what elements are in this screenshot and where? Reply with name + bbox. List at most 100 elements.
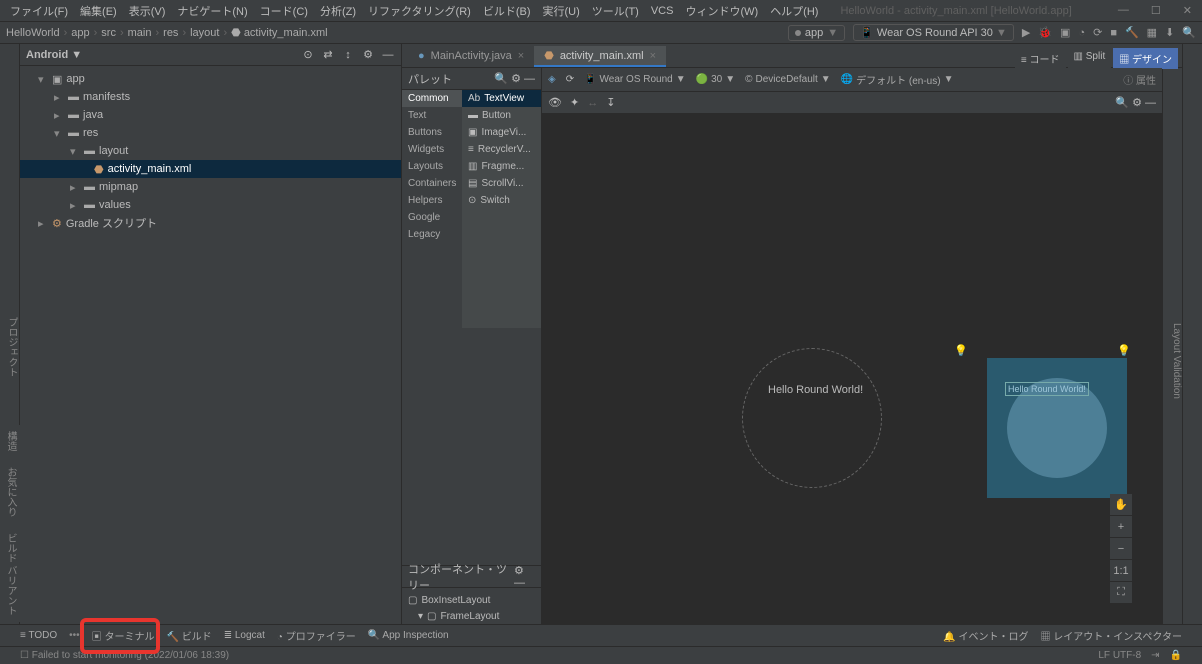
- node-gradle[interactable]: Gradle スクリプト: [66, 215, 157, 231]
- crumb-3[interactable]: main: [128, 27, 152, 39]
- tool-app-inspection[interactable]: 🔍 App Inspection: [368, 630, 449, 641]
- hide-icon[interactable]: —: [524, 73, 535, 85]
- palette-item-imageview[interactable]: ▣ImageVi...: [462, 124, 541, 141]
- palette-cat-text[interactable]: Text: [402, 107, 462, 124]
- ct-framelayout[interactable]: FrameLayout: [440, 611, 499, 622]
- palette-item-switch[interactable]: ⊙Switch: [462, 192, 541, 209]
- menu-help[interactable]: ヘルプ(H): [766, 3, 822, 19]
- view-mode-code[interactable]: ≡ コード: [1015, 48, 1066, 69]
- orientation-icon[interactable]: ⟳: [566, 74, 574, 85]
- expand-icon[interactable]: ⇄: [321, 48, 335, 62]
- status-indent[interactable]: ⇥: [1151, 650, 1159, 661]
- wand-icon[interactable]: ✦: [570, 96, 579, 109]
- gear-icon[interactable]: ⚙: [511, 73, 521, 85]
- palette-cat-google[interactable]: Google: [402, 209, 462, 226]
- menu-refactor[interactable]: リファクタリング(R): [364, 3, 475, 19]
- node-values[interactable]: values: [99, 199, 131, 211]
- node-activity-main[interactable]: activity_main.xml: [108, 163, 192, 175]
- node-layout[interactable]: layout: [99, 145, 128, 157]
- menu-vcs[interactable]: VCS: [647, 5, 678, 17]
- hint-bulb-icon[interactable]: 💡: [1117, 344, 1131, 357]
- run-button[interactable]: ▶: [1022, 26, 1030, 39]
- palette-cat-helpers[interactable]: Helpers: [402, 192, 462, 209]
- tab-project[interactable]: プロジェクト: [4, 317, 19, 377]
- avd-button[interactable]: ▦: [1147, 26, 1157, 39]
- minimize-icon[interactable]: —: [1114, 4, 1133, 17]
- gear-icon[interactable]: ⚙: [1132, 97, 1142, 109]
- device-dropdown[interactable]: 📱 Wear OS Round ▼: [584, 74, 686, 85]
- tool-layout-inspector[interactable]: ▦ レイアウト・インスペクター: [1041, 628, 1182, 643]
- design-surface-preview[interactable]: [742, 348, 882, 488]
- node-res[interactable]: res: [83, 127, 98, 139]
- node-java[interactable]: java: [83, 109, 103, 121]
- sdk-button[interactable]: ⬇: [1165, 26, 1174, 39]
- tab-favorites[interactable]: お気に入り: [3, 467, 18, 517]
- palette-item-recycler[interactable]: ≡RecyclerV...: [462, 141, 541, 158]
- close-icon[interactable]: ✕: [1179, 4, 1196, 17]
- hide-icon[interactable]: —: [1145, 97, 1156, 109]
- hint-bulb-icon[interactable]: 💡: [954, 344, 968, 357]
- run-config-selector[interactable]: app▼: [788, 25, 845, 41]
- menu-edit[interactable]: 編集(E): [76, 3, 121, 19]
- palette-cat-containers[interactable]: Containers: [402, 175, 462, 192]
- palette-cat-common[interactable]: Common: [402, 90, 462, 107]
- menu-window[interactable]: ウィンドウ(W): [681, 3, 762, 19]
- surface-icon[interactable]: ◈: [548, 74, 556, 85]
- status-encoding[interactable]: LF UTF-8: [1098, 650, 1141, 661]
- locale-dropdown[interactable]: 🌐 デフォルト (en-us) ▼: [841, 72, 954, 87]
- debug-button[interactable]: 🐞: [1038, 26, 1052, 39]
- tool-todo[interactable]: ≡ TODO: [20, 630, 57, 641]
- node-mipmap[interactable]: mipmap: [99, 181, 138, 193]
- palette-cat-buttons[interactable]: Buttons: [402, 124, 462, 141]
- theme-dropdown[interactable]: © DeviceDefault ▼: [745, 74, 831, 85]
- close-tab-icon[interactable]: ×: [650, 50, 656, 62]
- zoom-reset-button[interactable]: 1:1: [1110, 560, 1132, 582]
- palette-item-scrollview[interactable]: ▤ScrollVi...: [462, 175, 541, 192]
- tool-profiler[interactable]: ◔ プロファイラー: [277, 628, 356, 643]
- project-tree[interactable]: ▾▣app ▸▬manifests ▸▬java ▾▬res ▾▬layout …: [20, 66, 401, 236]
- palette-item-fragment[interactable]: ▥Fragme...: [462, 158, 541, 175]
- gear-icon[interactable]: ⚙: [514, 565, 524, 577]
- crumb-6[interactable]: ⬣ activity_main.xml: [231, 26, 327, 39]
- tab-layout-validation[interactable]: Layout Validation: [1171, 323, 1182, 399]
- attach-button[interactable]: ⟳: [1093, 26, 1102, 39]
- project-view-selector[interactable]: Android ▼: [26, 49, 82, 61]
- tab-build-variants[interactable]: ビルド バリアント: [3, 533, 18, 616]
- collapse-icon[interactable]: ↕: [341, 48, 355, 62]
- preview-textview[interactable]: Hello Round World!: [768, 384, 863, 396]
- api-dropdown[interactable]: 🟢 30 ▼: [696, 74, 735, 85]
- crumb-1[interactable]: app: [71, 27, 89, 39]
- menu-navigate[interactable]: ナビゲート(N): [173, 3, 251, 19]
- palette-item-textview[interactable]: AbTextView: [462, 90, 541, 107]
- design-surface-blueprint[interactable]: Hello Round World!: [987, 358, 1127, 498]
- coverage-button[interactable]: ▣: [1060, 26, 1070, 39]
- search-icon[interactable]: 🔍: [1182, 26, 1196, 39]
- blueprint-textview[interactable]: Hello Round World!: [1005, 382, 1089, 396]
- stop-button[interactable]: ■: [1110, 27, 1117, 39]
- tab-activity-main[interactable]: ⬣activity_main.xml×: [534, 46, 666, 67]
- zoom-in-button[interactable]: +: [1110, 516, 1132, 538]
- menu-tools[interactable]: ツール(T): [588, 3, 643, 19]
- tool-logcat[interactable]: ≣ Logcat: [224, 630, 265, 641]
- select-file-icon[interactable]: ⊙: [301, 48, 315, 62]
- hide-icon[interactable]: —: [381, 48, 395, 62]
- view-mode-design[interactable]: ▦ デザイン: [1113, 48, 1178, 69]
- palette-cat-widgets[interactable]: Widgets: [402, 141, 462, 158]
- tab-structure[interactable]: 構造: [3, 431, 18, 451]
- palette-cat-layouts[interactable]: Layouts: [402, 158, 462, 175]
- menu-code[interactable]: コード(C): [256, 3, 312, 19]
- crumb-4[interactable]: res: [163, 27, 178, 39]
- design-canvas[interactable]: ◈ ⟳ 📱 Wear OS Round ▼ 🟢 30 ▼ © DeviceDef…: [542, 68, 1162, 644]
- gear-icon[interactable]: ⚙: [361, 48, 375, 62]
- pan-button[interactable]: ✋: [1110, 494, 1132, 516]
- sync-button[interactable]: 🔨: [1125, 26, 1139, 39]
- status-lock-icon[interactable]: 🔒: [1170, 650, 1182, 661]
- view-mode-split[interactable]: ▥ Split: [1068, 48, 1112, 69]
- search-icon[interactable]: 🔍: [494, 73, 508, 85]
- close-tab-icon[interactable]: ×: [518, 50, 524, 62]
- palette-item-button[interactable]: ▬Button: [462, 107, 541, 124]
- profile-button[interactable]: ◔: [1078, 27, 1085, 39]
- hide-icon[interactable]: —: [514, 577, 525, 589]
- maximize-icon[interactable]: ☐: [1147, 4, 1165, 17]
- crumb-2[interactable]: src: [101, 27, 116, 39]
